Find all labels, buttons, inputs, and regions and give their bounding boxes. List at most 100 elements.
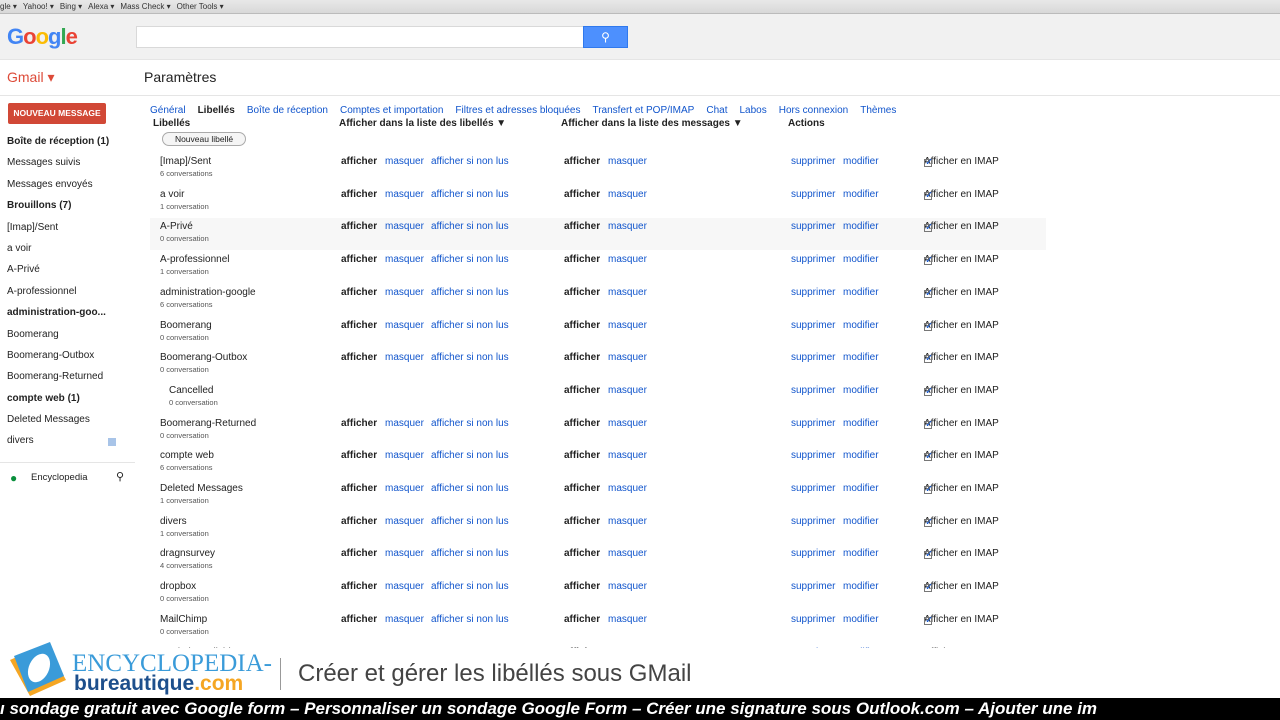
label-list-show-unread-link[interactable]: afficher si non lus: [431, 320, 509, 331]
message-list-hide-link[interactable]: masquer: [608, 614, 647, 625]
label-name[interactable]: A-professionnel: [160, 254, 229, 265]
label-name[interactable]: divers: [160, 516, 187, 527]
imap-checkbox-wrap[interactable]: ✓Afficher en IMAP: [924, 450, 999, 462]
sidebar-item[interactable]: a voir: [7, 243, 132, 264]
label-name[interactable]: dropbox: [160, 581, 196, 592]
message-list-show[interactable]: afficher: [564, 320, 600, 331]
imap-checkbox[interactable]: ✓: [924, 190, 933, 200]
bookmark-item[interactable]: Bing ▾: [60, 2, 82, 13]
message-list-show[interactable]: afficher: [564, 156, 600, 167]
label-list-hide-link[interactable]: masquer: [385, 221, 424, 232]
search-people-icon[interactable]: ⚲: [116, 470, 124, 483]
delete-link[interactable]: supprimer: [791, 581, 835, 592]
label-list-hide-link[interactable]: masquer: [385, 352, 424, 363]
label-list-hide-link[interactable]: masquer: [385, 254, 424, 265]
label-list-hide-link[interactable]: masquer: [385, 418, 424, 429]
message-list-show[interactable]: afficher: [564, 189, 600, 200]
label-name[interactable]: dragnsurvey: [160, 548, 215, 559]
edit-link[interactable]: modifier: [843, 189, 879, 200]
imap-checkbox-wrap[interactable]: ✓Afficher en IMAP: [924, 581, 999, 593]
label-list-show[interactable]: afficher: [341, 189, 377, 200]
new-label-button[interactable]: Nouveau libellé: [162, 132, 246, 146]
message-list-hide-link[interactable]: masquer: [608, 483, 647, 494]
message-list-show[interactable]: afficher: [564, 516, 600, 527]
edit-link[interactable]: modifier: [843, 450, 879, 461]
bookmark-item[interactable]: Other Tools ▾: [177, 2, 224, 13]
label-name[interactable]: compte web: [160, 450, 214, 461]
label-list-show-unread-link[interactable]: afficher si non lus: [431, 418, 509, 429]
tab-bo-te-de-r-ception[interactable]: Boîte de réception: [247, 105, 328, 116]
delete-link[interactable]: supprimer: [791, 156, 835, 167]
message-list-hide-link[interactable]: masquer: [608, 320, 647, 331]
message-list-hide-link[interactable]: masquer: [608, 385, 647, 396]
sidebar-item[interactable]: Boomerang-Returned: [7, 371, 132, 392]
imap-checkbox[interactable]: ✓: [924, 615, 933, 625]
label-list-hide-link[interactable]: masquer: [385, 614, 424, 625]
label-list-hide-link[interactable]: masquer: [385, 450, 424, 461]
label-list-hide-link[interactable]: masquer: [385, 156, 424, 167]
tab-labos[interactable]: Labos: [739, 105, 766, 116]
message-list-hide-link[interactable]: masquer: [608, 352, 647, 363]
message-list-show[interactable]: afficher: [564, 221, 600, 232]
tab-comptes-et-importation[interactable]: Comptes et importation: [340, 105, 443, 116]
imap-checkbox[interactable]: ✓: [924, 452, 933, 462]
imap-checkbox[interactable]: ✓: [924, 256, 933, 266]
message-list-show[interactable]: afficher: [564, 352, 600, 363]
label-list-show-unread-link[interactable]: afficher si non lus: [431, 254, 509, 265]
imap-checkbox-wrap[interactable]: ✓Afficher en IMAP: [924, 287, 999, 298]
label-list-show[interactable]: afficher: [341, 483, 377, 494]
tab-th-mes[interactable]: Thèmes: [860, 105, 896, 116]
edit-link[interactable]: modifier: [843, 548, 879, 559]
edit-link[interactable]: modifier: [843, 483, 879, 494]
delete-link[interactable]: supprimer: [791, 320, 835, 331]
imap-checkbox-wrap[interactable]: ✓Afficher en IMAP: [924, 320, 999, 331]
message-list-hide-link[interactable]: masquer: [608, 287, 647, 298]
message-list-hide-link[interactable]: masquer: [608, 450, 647, 461]
sidebar-item[interactable]: A-professionnel: [7, 286, 132, 307]
sidebar-item[interactable]: administration-goo...: [7, 307, 132, 328]
sidebar-item[interactable]: Brouillons (7): [7, 200, 132, 221]
edit-link[interactable]: modifier: [843, 320, 879, 331]
imap-checkbox[interactable]: ✓: [924, 288, 933, 298]
message-list-show[interactable]: afficher: [564, 385, 600, 396]
message-list-hide-link[interactable]: masquer: [608, 581, 647, 592]
message-list-show[interactable]: afficher: [564, 581, 600, 592]
sidebar-item[interactable]: [Imap]/Sent: [7, 222, 132, 243]
delete-link[interactable]: supprimer: [791, 221, 835, 232]
label-list-hide-link[interactable]: masquer: [385, 320, 424, 331]
imap-checkbox-wrap[interactable]: ✓Afficher en IMAP: [924, 189, 999, 200]
sidebar-item[interactable]: Boomerang-Outbox: [7, 350, 132, 371]
label-list-hide-link[interactable]: masquer: [385, 483, 424, 494]
edit-link[interactable]: modifier: [843, 156, 879, 167]
delete-link[interactable]: supprimer: [791, 516, 835, 527]
imap-checkbox-wrap[interactable]: ✓Afficher en IMAP: [924, 418, 999, 429]
delete-link[interactable]: supprimer: [791, 189, 835, 200]
label-list-show[interactable]: afficher: [341, 548, 377, 559]
imap-checkbox[interactable]: ✓: [924, 550, 933, 560]
message-list-hide-link[interactable]: masquer: [608, 418, 647, 429]
imap-checkbox-wrap[interactable]: ✓Afficher en IMAP: [924, 221, 999, 233]
sidebar-item[interactable]: Boomerang: [7, 329, 132, 350]
message-list-show[interactable]: afficher: [564, 254, 600, 265]
imap-checkbox-wrap[interactable]: ✓Afficher en IMAP: [924, 156, 999, 168]
edit-link[interactable]: modifier: [843, 581, 879, 592]
label-name[interactable]: administration-google: [160, 287, 256, 298]
label-list-show[interactable]: afficher: [341, 581, 377, 592]
sidebar-item[interactable]: A-Privé: [7, 264, 132, 285]
imap-checkbox-wrap[interactable]: ✓Afficher en IMAP: [924, 254, 999, 266]
message-list-show[interactable]: afficher: [564, 418, 600, 429]
label-list-hide-link[interactable]: masquer: [385, 189, 424, 200]
delete-link[interactable]: supprimer: [791, 483, 835, 494]
imap-checkbox[interactable]: ✓: [924, 583, 933, 593]
edit-link[interactable]: modifier: [843, 254, 879, 265]
tab-transfert-et-pop-imap[interactable]: Transfert et POP/IMAP: [592, 105, 694, 116]
imap-checkbox[interactable]: ✓: [924, 485, 933, 495]
label-list-show[interactable]: afficher: [341, 418, 377, 429]
label-name[interactable]: Boomerang: [160, 320, 212, 331]
message-list-show[interactable]: afficher: [564, 483, 600, 494]
label-list-hide-link[interactable]: masquer: [385, 287, 424, 298]
message-list-hide-link[interactable]: masquer: [608, 189, 647, 200]
label-list-show[interactable]: afficher: [341, 287, 377, 298]
message-list-hide-link[interactable]: masquer: [608, 221, 647, 232]
edit-link[interactable]: modifier: [843, 418, 879, 429]
